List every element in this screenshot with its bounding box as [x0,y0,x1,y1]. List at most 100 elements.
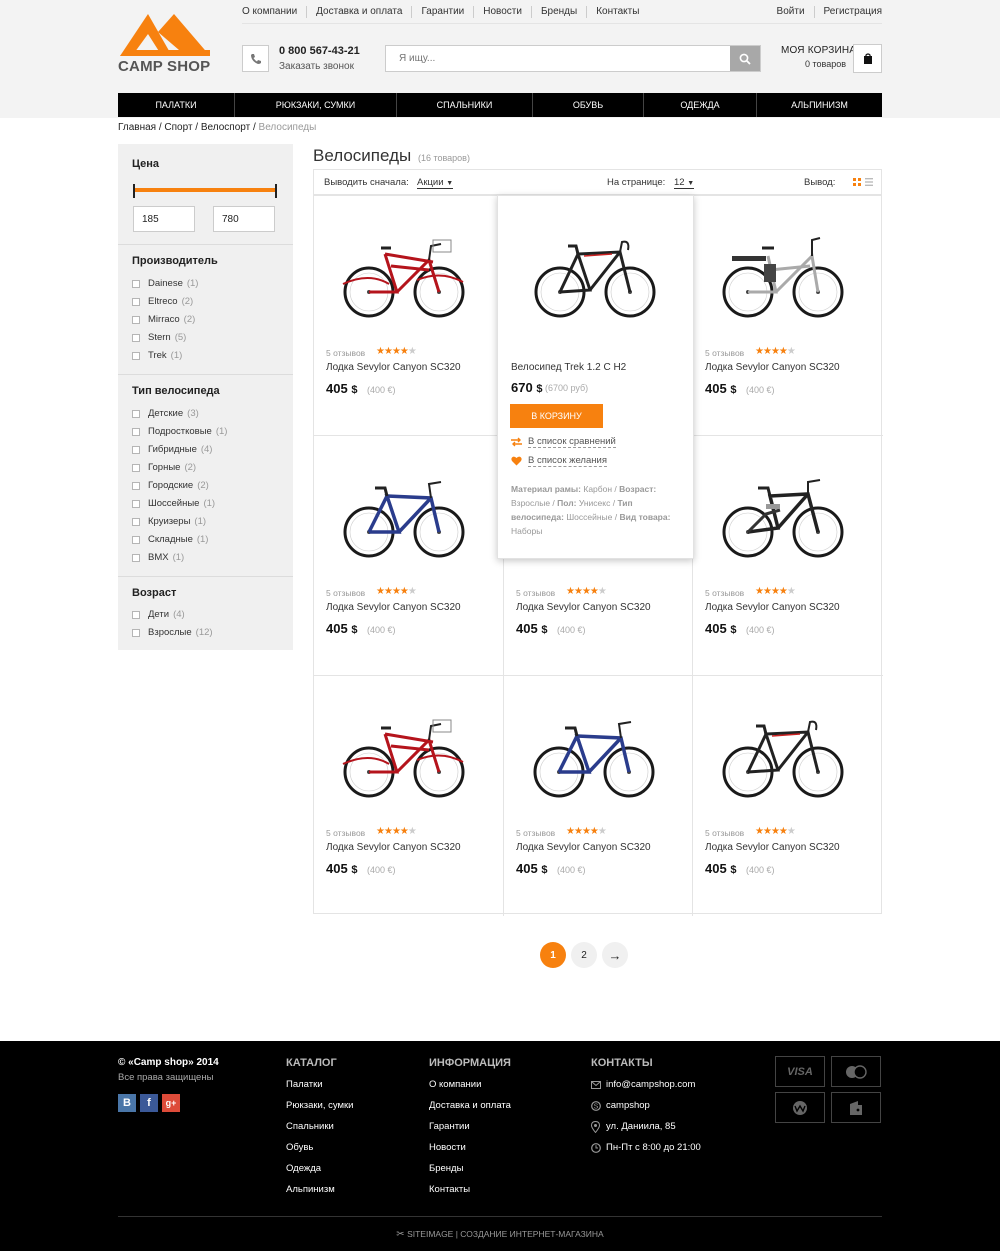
add-to-cart-button[interactable]: В КОРЗИНУ [510,404,603,428]
product-image[interactable] [329,466,479,561]
search-button[interactable] [730,46,760,71]
filter-option-eltreco[interactable]: Eltreco (2) [132,296,193,307]
review-count[interactable]: 5 отзывов [516,588,555,598]
next-page-button[interactable]: → [602,942,628,968]
checkbox[interactable] [132,297,140,306]
cart-title[interactable]: МОЯ КОРЗИНА [781,45,856,56]
filter-option-trek[interactable]: Trek (1) [132,350,182,361]
nav-item-climbing[interactable]: АЛЬПИНИЗМ [756,93,882,117]
product-card-hover[interactable]: Велосипед Trek 1.2 C H2 670 $ (6700 руб)… [497,195,694,559]
checkbox[interactable] [132,333,140,342]
top-link-warranty[interactable]: Гарантии [411,6,473,18]
checkbox[interactable] [132,535,140,544]
product-card[interactable]: 5 отзывов ★★★★★ Лодка Sevylor Canyon SC3… [693,436,883,676]
google-plus-icon[interactable]: g+ [162,1094,180,1112]
grid-view-icon[interactable] [853,178,861,186]
nav-item-backpacks[interactable]: РЮКЗАКИ, СУМКИ [234,93,396,117]
price-min-input[interactable]: 185 [133,206,195,232]
filter-option-children[interactable]: Дети (4) [132,609,185,620]
review-count[interactable]: 5 отзывов [326,348,365,358]
product-name[interactable]: Лодка Sevylor Canyon SC320 [326,602,461,613]
product-image[interactable] [708,706,858,801]
checkbox[interactable] [132,481,140,490]
product-card[interactable]: 5 отзывов ★★★★★ Лодка Sevylor Canyon SC3… [693,196,883,436]
price-range-slider[interactable] [134,188,276,192]
footer-link-delivery[interactable]: Доставка и оплата [429,1100,511,1111]
product-image[interactable] [708,226,858,321]
review-count[interactable]: 5 отзывов [326,588,365,598]
page-1-button[interactable]: 1 [540,942,566,968]
list-view-icon[interactable] [865,178,873,186]
product-name[interactable]: Лодка Sevylor Canyon SC320 [705,362,840,373]
cart-button[interactable] [853,44,882,73]
product-card[interactable]: 5 отзывов ★★★★★ Лодка Sevylor Canyon SC3… [314,196,504,436]
filter-option-cruiser[interactable]: Круизеры (1) [132,516,206,527]
filter-option-bmx[interactable]: BMX (1) [132,552,184,563]
product-image[interactable] [329,226,479,321]
vk-icon[interactable]: В [118,1094,136,1112]
price-slider-handle-max[interactable] [275,184,277,198]
product-image[interactable] [708,466,858,561]
review-count[interactable]: 5 отзывов [516,828,555,838]
checkbox[interactable] [132,463,140,472]
top-link-contacts[interactable]: Контакты [586,6,648,18]
product-card[interactable]: 5 отзывов ★★★★★ Лодка Sevylor Canyon SC3… [504,676,693,916]
review-count[interactable]: 5 отзывов [326,828,365,838]
filter-option-adults[interactable]: Взрослые (12) [132,627,213,638]
footer-link-news[interactable]: Новости [429,1142,466,1153]
filter-option-mountain[interactable]: Горные (2) [132,462,196,473]
checkbox[interactable] [132,628,140,637]
breadcrumb-cycling[interactable]: Велоспорт [201,122,250,133]
product-name[interactable]: Лодка Sevylor Canyon SC320 [326,842,461,853]
top-link-about[interactable]: О компании [242,6,306,18]
nav-item-sleeping-bags[interactable]: СПАЛЬНИКИ [396,93,532,117]
nav-item-shoes[interactable]: ОБУВЬ [532,93,643,117]
top-link-news[interactable]: Новости [473,6,531,18]
footer-link-brands[interactable]: Бренды [429,1163,463,1174]
checkbox[interactable] [132,517,140,526]
product-name[interactable]: Лодка Sevylor Canyon SC320 [705,602,840,613]
login-link[interactable]: Войти [777,6,805,18]
footer-link-shoes[interactable]: Обувь [286,1142,313,1153]
breadcrumb-sport[interactable]: Спорт [164,122,192,133]
nav-item-clothes[interactable]: ОДЕЖДА [643,93,756,117]
checkbox[interactable] [132,499,140,508]
product-card[interactable]: 5 отзывов ★★★★★ Лодка Sevylor Canyon SC3… [693,676,883,916]
logo-text[interactable]: CAMP SHOP [118,58,210,75]
checkbox[interactable] [132,610,140,619]
filter-option-kids[interactable]: Детские (3) [132,408,199,419]
filter-option-folding[interactable]: Складные (1) [132,534,208,545]
footer-link-contacts[interactable]: Контакты [429,1184,470,1195]
footer-link-tents[interactable]: Палатки [286,1079,323,1090]
compare-link[interactable]: В список сравнений [511,436,616,448]
top-link-brands[interactable]: Бренды [530,6,586,18]
product-image[interactable] [329,706,479,801]
product-name[interactable]: Лодка Sevylor Canyon SC320 [516,842,651,853]
product-name[interactable]: Лодка Sevylor Canyon SC320 [516,602,651,613]
contact-email[interactable]: info@campshop.com [606,1079,695,1090]
filter-option-city[interactable]: Городские (2) [132,480,209,491]
footer-link-about[interactable]: О компании [429,1079,481,1090]
footer-link-clothes[interactable]: Одежда [286,1163,321,1174]
top-link-delivery[interactable]: Доставка и оплата [306,6,411,18]
checkbox[interactable] [132,427,140,436]
review-count[interactable]: 5 отзывов [705,348,744,358]
product-card[interactable]: 5 отзывов ★★★★★ Лодка Sevylor Canyon SC3… [314,436,504,676]
filter-option-stern[interactable]: Stern (5) [132,332,186,343]
price-max-input[interactable]: 780 [213,206,275,232]
checkbox[interactable] [132,315,140,324]
search-input[interactable] [386,46,726,71]
checkbox[interactable] [132,409,140,418]
sort-select[interactable]: Акции ▼ [417,177,454,189]
filter-option-hybrid[interactable]: Гибридные (4) [132,444,212,455]
footer-link-sleeping-bags[interactable]: Спальники [286,1121,334,1132]
footer-link-backpacks[interactable]: Рюкзаки, сумки [286,1100,354,1111]
contact-skype[interactable]: campshop [606,1100,650,1111]
breadcrumb-home[interactable]: Главная [118,122,156,133]
review-count[interactable]: 5 отзывов [705,588,744,598]
facebook-icon[interactable]: f [140,1094,158,1112]
product-name[interactable]: Лодка Sevylor Canyon SC320 [705,842,840,853]
filter-option-road[interactable]: Шоссейные (1) [132,498,215,509]
page-2-button[interactable]: 2 [571,942,597,968]
filter-option-teen[interactable]: Подростковые (1) [132,426,227,437]
